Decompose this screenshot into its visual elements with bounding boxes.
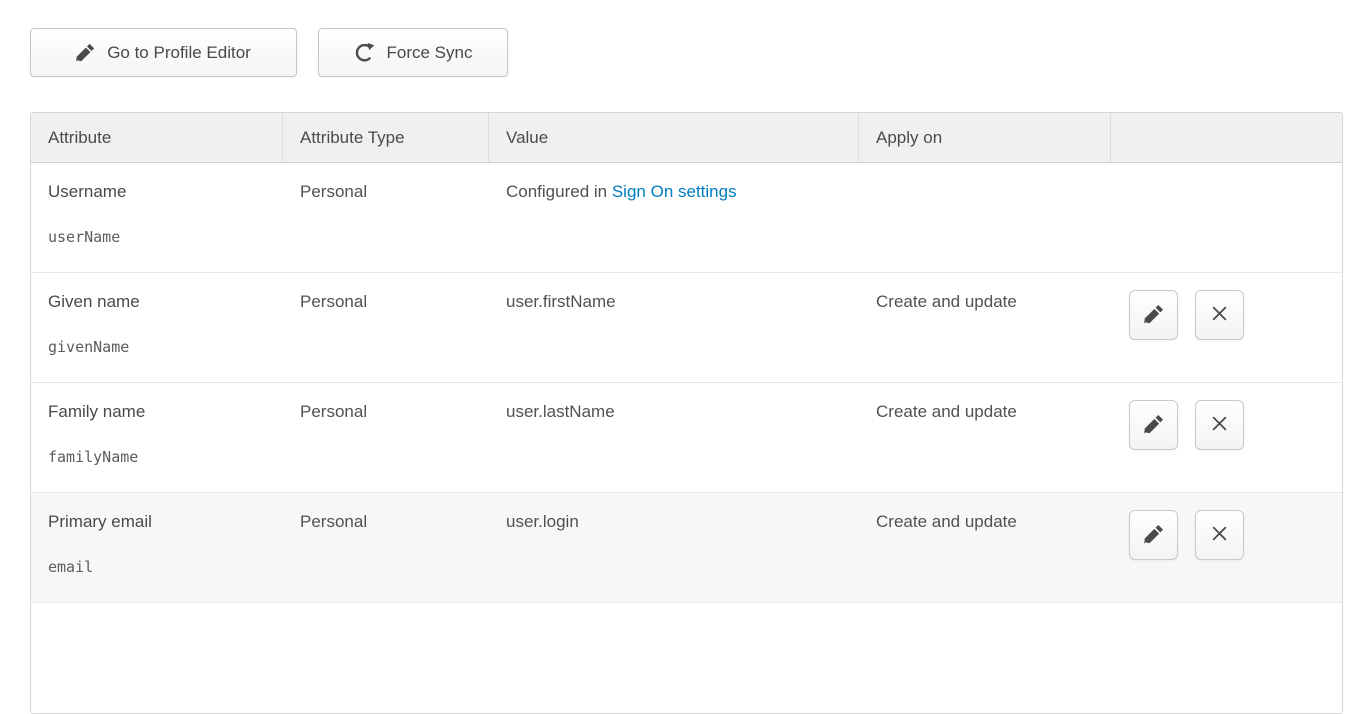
go-to-profile-editor-label: Go to Profile Editor xyxy=(107,43,251,63)
force-sync-label: Force Sync xyxy=(387,43,473,63)
column-header-attribute-type: Attribute Type xyxy=(283,113,489,162)
pencil-icon xyxy=(1144,304,1164,327)
apply-on-text: Create and update xyxy=(859,273,1111,382)
value-expression: user.lastName xyxy=(506,402,615,421)
table-row: Primary email email Personal user.login … xyxy=(31,493,1342,603)
x-icon xyxy=(1211,305,1228,325)
table-header-row: Attribute Attribute Type Value Apply on xyxy=(31,113,1342,163)
table-row: Username userName Personal Configured in… xyxy=(31,163,1342,273)
pencil-icon xyxy=(1144,414,1164,437)
delete-attribute-button[interactable] xyxy=(1195,290,1244,340)
attribute-cell: Username userName xyxy=(31,163,283,272)
attribute-type: Personal xyxy=(283,163,489,272)
attribute-cell: Primary email email xyxy=(31,493,283,602)
apply-on-text: Create and update xyxy=(859,493,1111,602)
table-body: Username userName Personal Configured in… xyxy=(31,163,1342,603)
column-header-attribute: Attribute xyxy=(31,113,283,162)
x-icon xyxy=(1211,525,1228,545)
apply-on-text: Create and update xyxy=(859,383,1111,492)
value-cell: user.firstName xyxy=(489,273,859,382)
go-to-profile-editor-button[interactable]: Go to Profile Editor xyxy=(30,28,297,77)
attribute-variable-name: familyName xyxy=(48,448,266,466)
value-cell: user.login xyxy=(489,493,859,602)
delete-attribute-button[interactable] xyxy=(1195,400,1244,450)
edit-attribute-button[interactable] xyxy=(1129,290,1178,340)
attribute-mappings-table: Attribute Attribute Type Value Apply on … xyxy=(30,112,1343,714)
column-header-apply-on: Apply on xyxy=(859,113,1111,162)
attribute-cell: Family name familyName xyxy=(31,383,283,492)
pencil-icon xyxy=(76,43,95,62)
row-actions xyxy=(1111,383,1342,492)
x-icon xyxy=(1211,415,1228,435)
attribute-label: Username xyxy=(48,182,266,202)
table-row: Given name givenName Personal user.first… xyxy=(31,273,1342,383)
refresh-icon xyxy=(354,42,375,63)
column-header-value: Value xyxy=(489,113,859,162)
attribute-variable-name: givenName xyxy=(48,338,266,356)
attribute-variable-name: userName xyxy=(48,228,266,246)
attribute-type: Personal xyxy=(283,383,489,492)
empty-table-row xyxy=(31,603,1342,713)
attribute-cell: Given name givenName xyxy=(31,273,283,382)
column-header-actions xyxy=(1111,113,1342,162)
edit-attribute-button[interactable] xyxy=(1129,510,1178,560)
toolbar: Go to Profile Editor Force Sync xyxy=(30,28,508,77)
force-sync-button[interactable]: Force Sync xyxy=(318,28,508,77)
attribute-label: Primary email xyxy=(48,512,266,532)
row-actions xyxy=(1111,273,1342,382)
value-expression: user.login xyxy=(506,512,579,531)
value-prefix-text: Configured in xyxy=(506,182,612,201)
apply-on-text xyxy=(859,163,1111,272)
value-cell: Configured in Sign On settings xyxy=(489,163,859,272)
attribute-type: Personal xyxy=(283,493,489,602)
pencil-icon xyxy=(1144,524,1164,547)
value-expression: user.firstName xyxy=(506,292,616,311)
row-actions xyxy=(1111,493,1342,602)
table-row: Family name familyName Personal user.las… xyxy=(31,383,1342,493)
attribute-variable-name: email xyxy=(48,558,266,576)
value-cell: user.lastName xyxy=(489,383,859,492)
attribute-label: Given name xyxy=(48,292,266,312)
edit-attribute-button[interactable] xyxy=(1129,400,1178,450)
sign-on-settings-link[interactable]: Sign On settings xyxy=(612,182,737,201)
attribute-label: Family name xyxy=(48,402,266,422)
delete-attribute-button[interactable] xyxy=(1195,510,1244,560)
attribute-type: Personal xyxy=(283,273,489,382)
